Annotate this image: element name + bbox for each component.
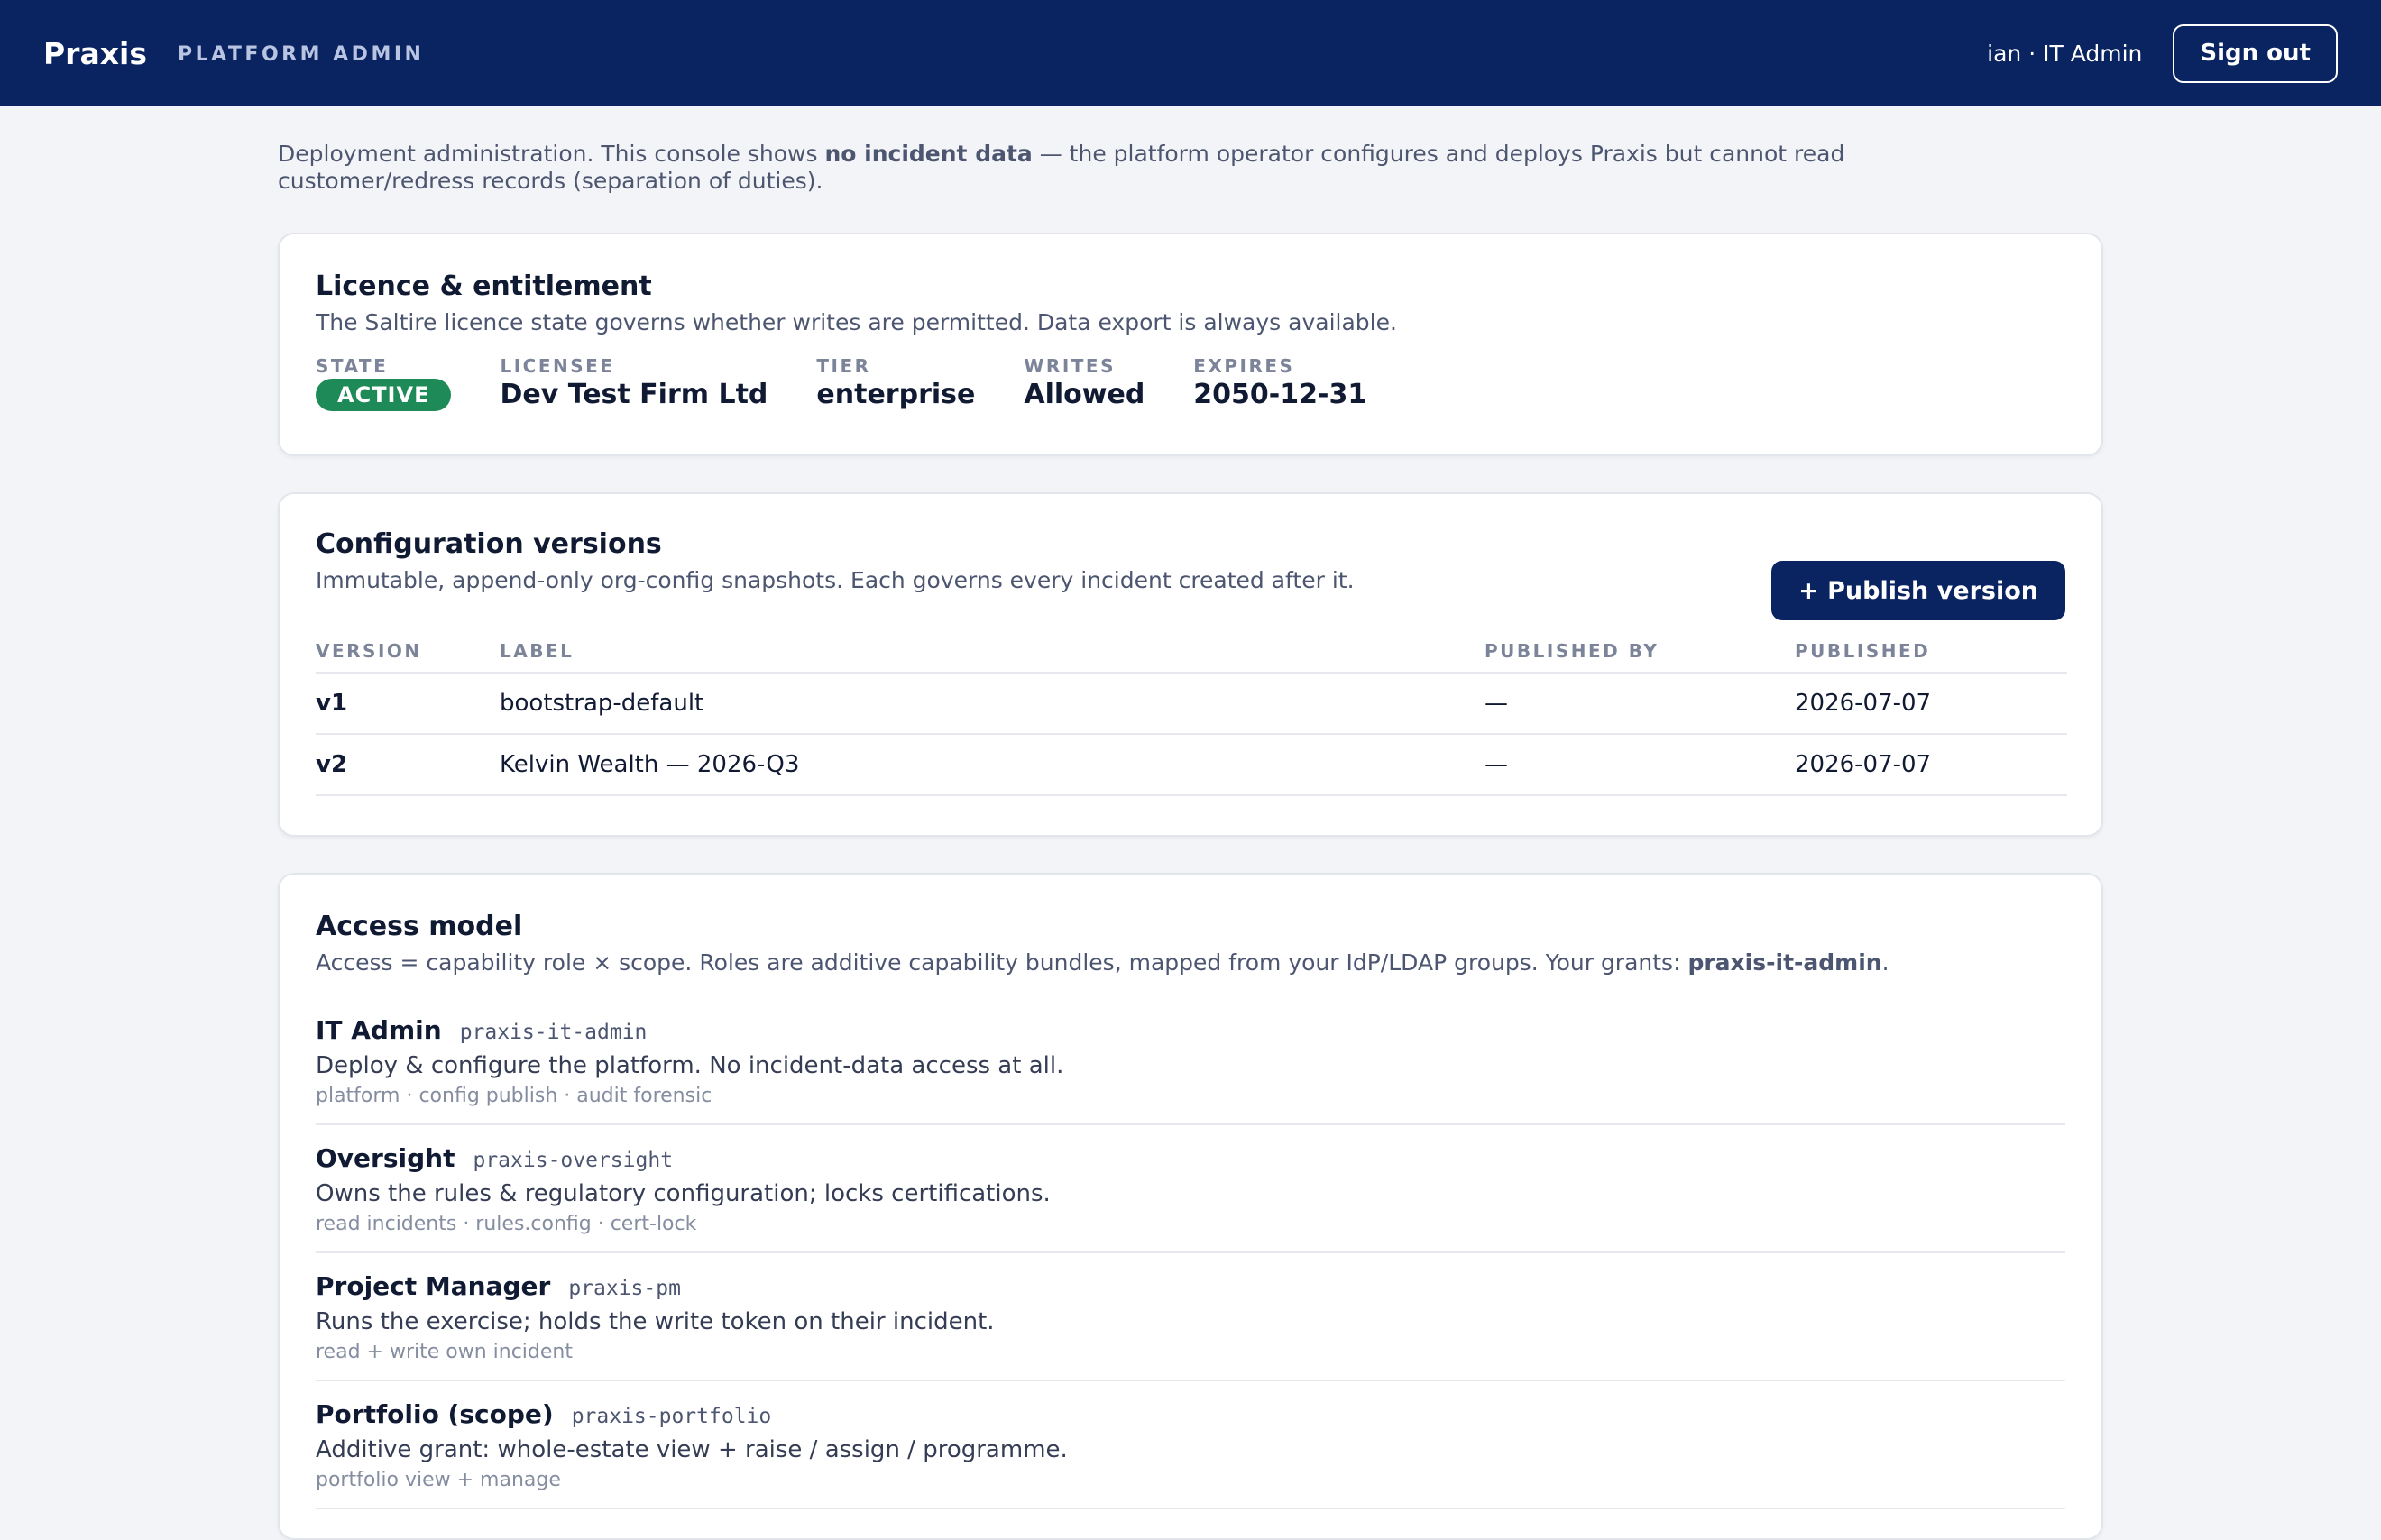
role-description: Deploy & configure the platform. No inci…	[316, 1052, 1064, 1079]
licence-description: The Saltire licence state governs whethe…	[316, 309, 1397, 335]
version-label: bootstrap-default	[500, 673, 1485, 735]
published-date: 2026-07-07	[1795, 734, 2067, 796]
version-link[interactable]: v1	[316, 673, 500, 735]
access-description: Access = capability role × scope. Roles …	[316, 949, 2065, 976]
published-by: —	[1485, 673, 1795, 735]
writes-label: WRITES	[1024, 355, 1116, 377]
expires-value: 2050-12-31	[1193, 379, 1367, 410]
role-item: Portfolio (scope) praxis-portfolio Addit…	[316, 1381, 2065, 1509]
versions-table: VERSION LABEL PUBLISHED BY PUBLISHED v1 …	[316, 629, 2067, 796]
tier-label: TIER	[816, 355, 871, 377]
column-header-published: PUBLISHED	[1795, 629, 2067, 674]
role-capabilities: platform · config publish · audit forens…	[316, 1085, 712, 1107]
config-versions-card: Configuration versions Immutable, append…	[278, 492, 2103, 837]
role-capabilities: portfolio view + manage	[316, 1469, 561, 1491]
user-area: ian · IT Admin Sign out	[1987, 23, 2338, 83]
top-bar: Praxis PLATFORM ADMIN ian · IT Admin Sig…	[0, 0, 2381, 106]
published-date: 2026-07-07	[1795, 673, 2067, 735]
role-item: Project Manager praxis-pm Runs the exerc…	[316, 1253, 2065, 1381]
role-group-code: praxis-portfolio	[571, 1405, 772, 1428]
table-row: v2 Kelvin Wealth — 2026-Q3 — 2026-07-07	[316, 734, 2067, 796]
access-title: Access model	[316, 911, 523, 942]
role-capabilities: read + write own incident	[316, 1341, 573, 1363]
roles-list: IT Admin praxis-it-admin Deploy & config…	[316, 997, 2065, 1509]
intro-text: Deployment administration. This console …	[278, 141, 1991, 195]
role-header: Portfolio (scope) praxis-portfolio	[316, 1399, 2065, 1429]
role-group-code: praxis-pm	[568, 1277, 681, 1300]
licence-fields: STATE ACTIVE LICENSEE Dev Test Firm Ltd …	[316, 355, 2065, 411]
licence-card: Licence & entitlement The Saltire licenc…	[278, 233, 2103, 456]
role-description: Additive grant: whole-estate view + rais…	[316, 1436, 1068, 1463]
role-name: Project Manager	[316, 1271, 551, 1301]
tier-value: enterprise	[816, 379, 976, 410]
expires-label: EXPIRES	[1193, 355, 1295, 377]
version-link[interactable]: v2	[316, 734, 500, 796]
licence-writes: WRITES Allowed	[1024, 355, 1145, 411]
sign-out-button[interactable]: Sign out	[2173, 23, 2338, 83]
role-group-code: praxis-it-admin	[459, 1021, 648, 1044]
role-description: Runs the exercise; holds the write token…	[316, 1308, 995, 1335]
role-description: Owns the rules & regulatory configuratio…	[316, 1180, 1051, 1207]
table-header-row: VERSION LABEL PUBLISHED BY PUBLISHED	[316, 629, 2067, 674]
licence-state: STATE ACTIVE	[316, 355, 452, 411]
access-desc-post: .	[1881, 949, 1889, 976]
licensee-value: Dev Test Firm Ltd	[500, 379, 768, 410]
column-header-label: LABEL	[500, 629, 1485, 674]
licence-title: Licence & entitlement	[316, 270, 652, 302]
role-name: IT Admin	[316, 1015, 442, 1045]
role-capabilities: read incidents · rules.config · cert-loc…	[316, 1213, 697, 1235]
access-desc-grant: praxis-it-admin	[1687, 949, 1882, 976]
status-badge: ACTIVE	[316, 379, 452, 411]
role-header: IT Admin praxis-it-admin	[316, 1015, 2065, 1045]
role-header: Oversight praxis-oversight	[316, 1143, 2065, 1173]
config-title: Configuration versions	[316, 528, 662, 560]
writes-value: Allowed	[1024, 379, 1145, 410]
intro-pre: Deployment administration. This console …	[278, 141, 825, 167]
access-model-card: Access model Access = capability role × …	[278, 873, 2103, 1540]
role-header: Project Manager praxis-pm	[316, 1271, 2065, 1301]
published-by: —	[1485, 734, 1795, 796]
role-item: IT Admin praxis-it-admin Deploy & config…	[316, 997, 2065, 1125]
intro-bold: no incident data	[824, 141, 1033, 167]
brand-logo[interactable]: Praxis	[43, 36, 147, 71]
role-group-code: praxis-oversight	[473, 1149, 674, 1172]
app-subtitle: PLATFORM ADMIN	[177, 42, 425, 66]
current-user: ian · IT Admin	[1987, 40, 2143, 67]
role-name: Oversight	[316, 1143, 455, 1173]
publish-version-button[interactable]: + Publish version	[1771, 561, 2065, 620]
licence-licensee: LICENSEE Dev Test Firm Ltd	[500, 355, 768, 411]
licence-tier: TIER enterprise	[816, 355, 975, 411]
access-desc-pre: Access = capability role × scope. Roles …	[316, 949, 1688, 976]
table-row: v1 bootstrap-default — 2026-07-07	[316, 673, 2067, 735]
state-label: STATE	[316, 355, 389, 377]
licensee-label: LICENSEE	[500, 355, 615, 377]
column-header-version: VERSION	[316, 629, 500, 674]
role-item: Oversight praxis-oversight Owns the rule…	[316, 1125, 2065, 1253]
version-label: Kelvin Wealth — 2026-Q3	[500, 734, 1485, 796]
column-header-published-by: PUBLISHED BY	[1485, 629, 1795, 674]
licence-expires: EXPIRES 2050-12-31	[1193, 355, 1366, 411]
role-name: Portfolio (scope)	[316, 1399, 554, 1429]
